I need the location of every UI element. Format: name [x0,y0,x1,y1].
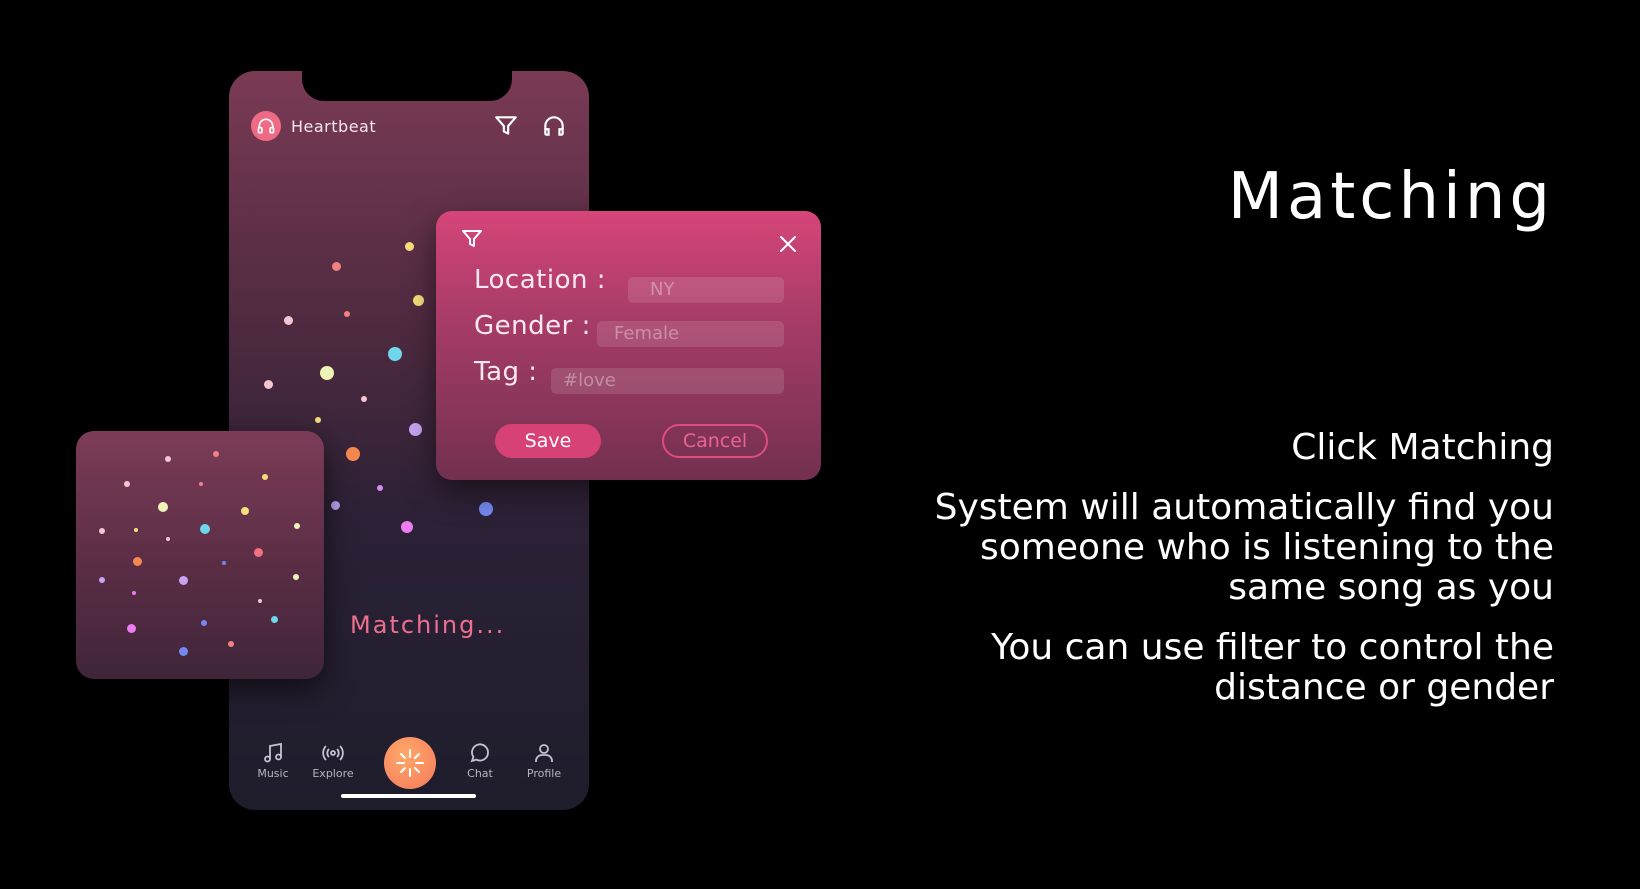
nav-item-explore[interactable]: Explore [303,741,363,780]
nav-label-chat: Chat [467,767,493,780]
slide-description: System will automatically find you someo… [934,487,1554,608]
matching-burst-icon [396,749,424,777]
gender-input[interactable]: Female [597,321,784,347]
music-note-icon [264,742,282,763]
nav-item-profile[interactable]: Profile [514,741,574,780]
close-icon[interactable] [779,235,797,257]
filter-icon [460,227,484,255]
filter-dialog: Location : NY Gender : Female Tag : #lov… [436,211,821,480]
nav-item-chat[interactable]: Chat [450,741,510,780]
location-label: Location : [474,265,606,295]
cancel-button[interactable]: Cancel [662,424,768,458]
nav-label-music: Music [257,767,289,780]
save-button[interactable]: Save [495,424,601,458]
matching-status-text: Matching... [350,611,506,639]
slide-subtitle: Click Matching [1291,427,1554,468]
home-indicator [341,794,476,798]
person-icon [535,744,553,762]
tag-label: Tag : [474,357,538,387]
nav-label-profile: Profile [526,767,562,780]
slide-note: You can use filter to control the distan… [991,627,1554,708]
matching-button[interactable] [384,737,436,789]
slide-title: Matching [1227,160,1554,234]
chat-bubble-icon [470,743,489,763]
broadcast-icon [322,745,344,761]
gender-label: Gender : [474,311,591,341]
particles-preview-card [76,431,324,679]
tag-input[interactable]: #love [551,368,784,394]
location-input[interactable]: NY [628,277,784,303]
nav-item-music[interactable]: Music [243,741,303,780]
bottom-nav: Music Explore Chat Profile [229,731,589,810]
nav-label-explore: Explore [312,767,354,780]
